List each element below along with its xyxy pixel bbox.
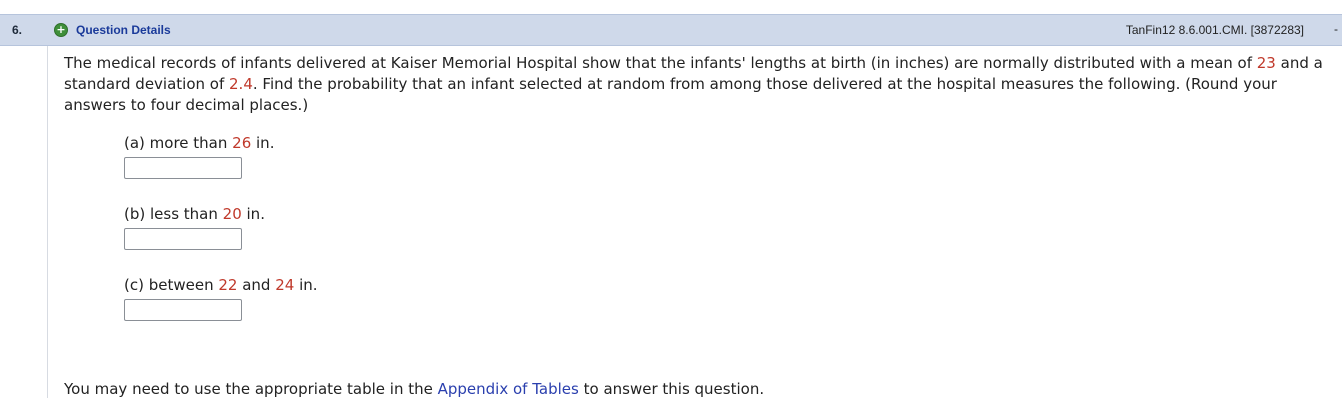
part-c-label: (c) between 22 and 24 in. [124, 275, 318, 295]
part-c-middle: and [237, 276, 276, 294]
question-header-bar: 6. + Question Details TanFin12 8.6.001.C… [0, 14, 1342, 46]
part-b: (b) less than 20 in. [124, 204, 265, 250]
question-id: TanFin12 8.6.001.CMI. [3872283] [1125, 23, 1304, 37]
part-a-label: (a) more than 26 in. [124, 133, 274, 153]
part-c-value-2: 24 [275, 276, 295, 294]
part-b-answer-input[interactable] [124, 228, 242, 250]
question-details-link[interactable]: Question Details [76, 23, 171, 37]
footer-text-before: You may need to use the appropriate tabl… [64, 380, 438, 398]
footer-note: You may need to use the appropriate tabl… [64, 379, 764, 399]
appendix-of-tables-link[interactable]: Appendix of Tables [438, 380, 579, 398]
left-divider [47, 46, 48, 398]
part-c-answer-input[interactable] [124, 299, 242, 321]
plus-circle-icon[interactable]: + [54, 23, 68, 37]
footer-text-after: to answer this question. [578, 380, 765, 398]
part-b-label: (b) less than 20 in. [124, 204, 265, 224]
part-a-prefix: (a) more than [124, 134, 233, 152]
part-a-value: 26 [232, 134, 252, 152]
sd-value: 2.4 [229, 75, 253, 93]
part-a: (a) more than 26 in. [124, 133, 274, 179]
part-c-value-1: 22 [218, 276, 238, 294]
part-c-suffix: in. [294, 276, 318, 294]
problem-text-1: The medical records of infants delivered… [64, 54, 1257, 72]
part-c-prefix: (c) between [124, 276, 219, 294]
header-trailing-mark: - [1334, 22, 1338, 36]
question-number: 6. [12, 23, 23, 37]
part-b-suffix: in. [241, 205, 265, 223]
part-a-answer-input[interactable] [124, 157, 242, 179]
question-page: 6. + Question Details TanFin12 8.6.001.C… [0, 0, 1342, 420]
part-c: (c) between 22 and 24 in. [124, 275, 318, 321]
part-b-value: 20 [222, 205, 242, 223]
part-b-prefix: (b) less than [124, 205, 223, 223]
part-a-suffix: in. [251, 134, 275, 152]
problem-statement: The medical records of infants delivered… [64, 53, 1334, 116]
mean-value: 23 [1256, 54, 1276, 72]
